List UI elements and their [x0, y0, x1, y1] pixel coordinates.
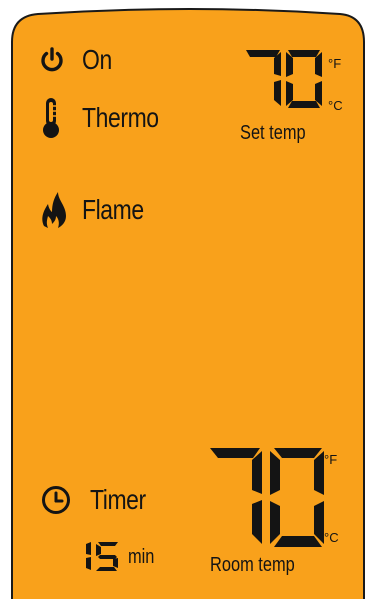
power-icon	[41, 47, 63, 72]
indicator-on: On	[38, 44, 118, 76]
set-temp-unit-f: °F	[328, 56, 342, 71]
timer-unit: min	[128, 546, 155, 568]
indicator-thermo: Thermo	[40, 96, 175, 140]
lcd-display-panel: On Thermo Flame °F °C Set temp °F °C Roo…	[0, 0, 367, 599]
timer-digits	[86, 542, 118, 571]
set-temp-unit-c: °C	[328, 98, 343, 113]
indicator-timer: Timer	[40, 484, 158, 516]
room-temp-label: Room temp	[210, 554, 295, 576]
thermo-label: Thermo	[82, 102, 159, 133]
set-temp-label: Set temp	[240, 122, 306, 144]
room-temp-digits	[210, 448, 324, 547]
on-label: On	[82, 44, 112, 75]
indicator-flame: Flame	[40, 190, 157, 230]
clock-icon	[42, 486, 70, 514]
room-temp-unit-f: °F	[324, 452, 338, 467]
flame-icon	[42, 192, 66, 228]
set-temp-digits	[246, 50, 322, 108]
flame-label: Flame	[82, 194, 144, 225]
thermometer-icon	[43, 98, 59, 138]
room-temp-unit-c: °C	[324, 530, 339, 545]
timer-label: Timer	[90, 484, 146, 515]
